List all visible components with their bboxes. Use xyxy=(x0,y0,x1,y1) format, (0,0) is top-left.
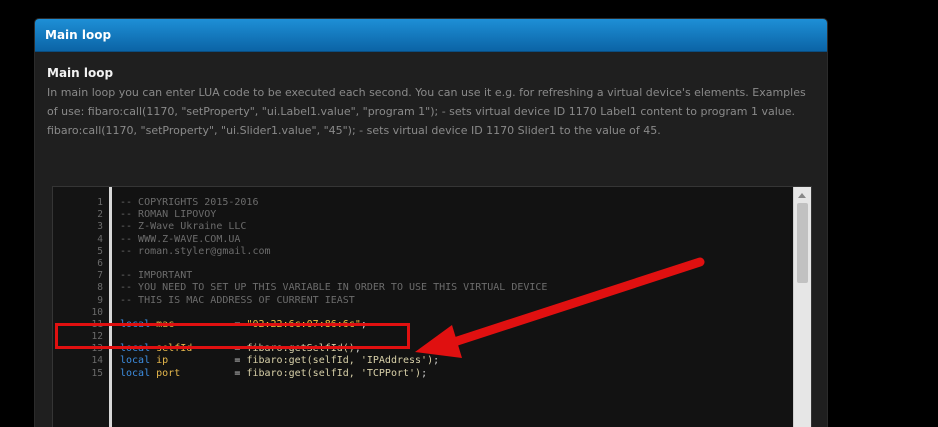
red-arrow-icon xyxy=(415,257,705,358)
